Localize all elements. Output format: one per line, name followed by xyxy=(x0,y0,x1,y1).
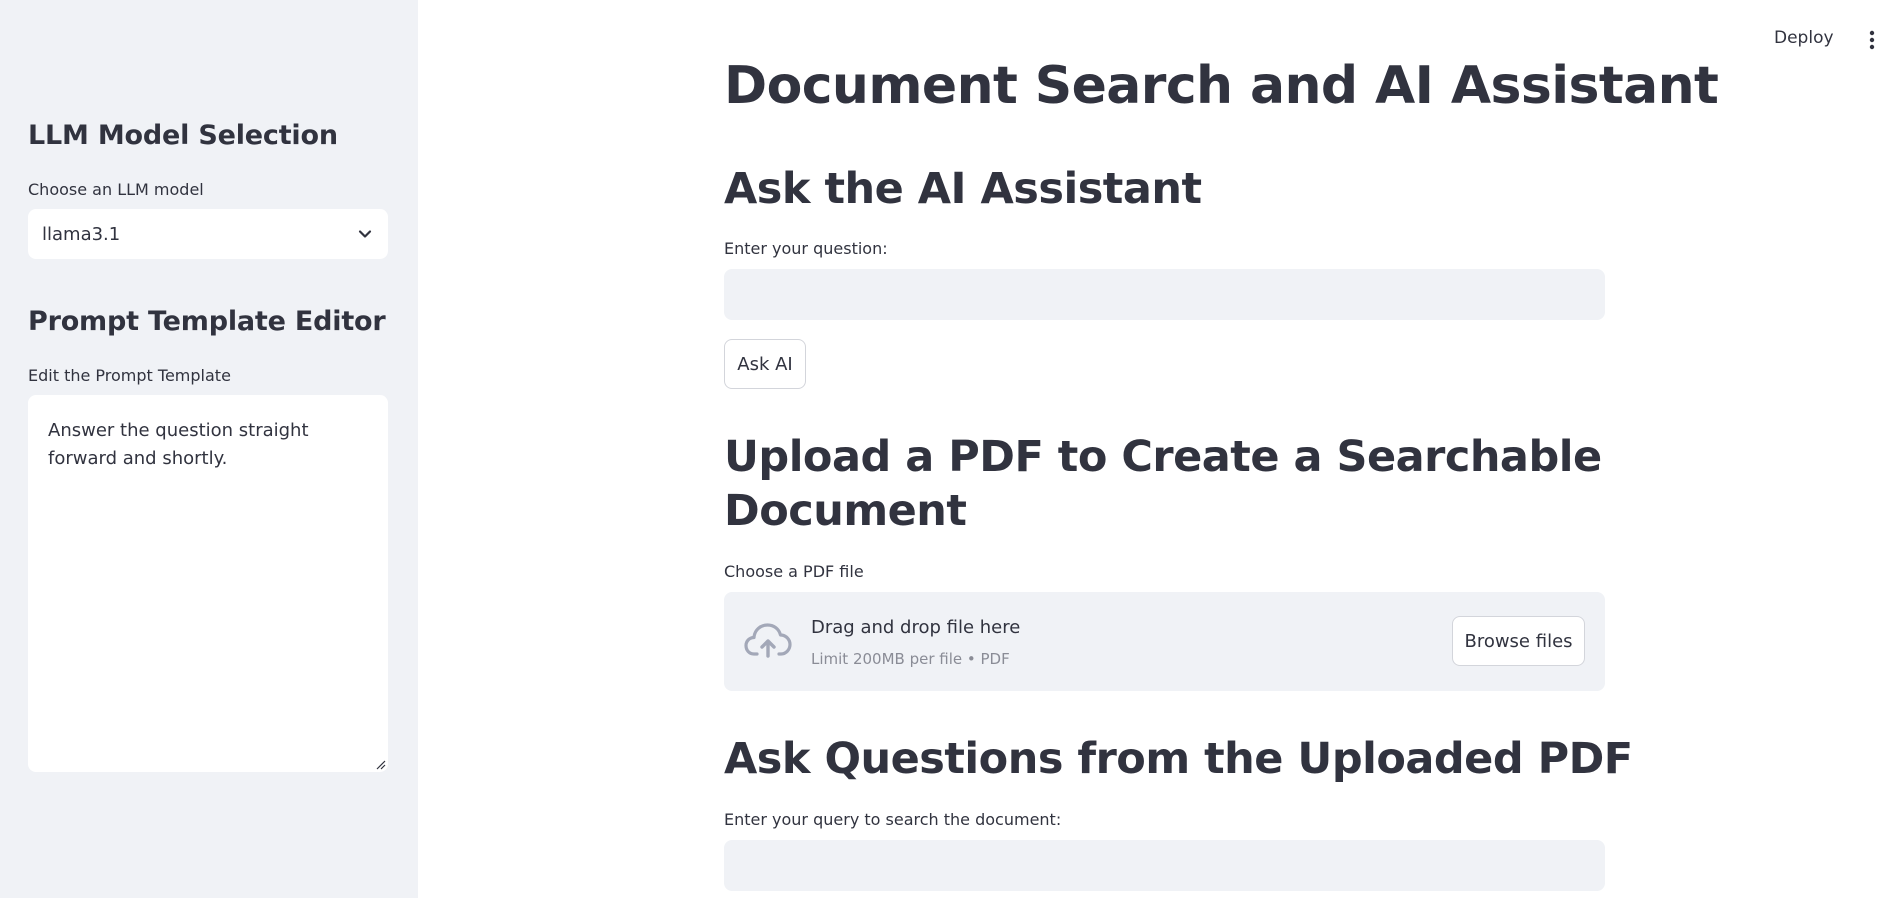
prompt-textarea-label: Edit the Prompt Template xyxy=(28,366,231,385)
kebab-menu-icon[interactable] xyxy=(1866,28,1878,52)
app-root: LLM Model Selection Choose an LLM model … xyxy=(0,0,1890,898)
model-select-label: Choose an LLM model xyxy=(28,180,204,199)
question-input-label: Enter your question: xyxy=(724,239,888,258)
model-selection-heading: LLM Model Selection xyxy=(28,120,338,151)
ask-ai-button[interactable]: Ask AI xyxy=(724,339,806,389)
query-input[interactable] xyxy=(724,840,1605,891)
model-select-value: llama3.1 xyxy=(42,223,121,245)
resize-handle-icon[interactable] xyxy=(374,758,386,770)
question-input[interactable] xyxy=(724,269,1605,320)
prompt-editor-heading: Prompt Template Editor xyxy=(28,306,386,337)
dropzone-title: Drag and drop file here xyxy=(811,617,1021,638)
query-input-label: Enter your query to search the document: xyxy=(724,810,1062,829)
upload-pdf-heading-line1: Upload a PDF to Create a Searchable xyxy=(724,432,1602,482)
model-select[interactable]: llama3.1 xyxy=(28,209,388,259)
pdf-uploader-label: Choose a PDF file xyxy=(724,562,864,581)
upload-pdf-heading-line2: Document xyxy=(724,486,967,536)
deploy-button[interactable]: Deploy xyxy=(1774,28,1834,48)
prompt-template-text: Answer the question straight forward and… xyxy=(48,420,309,469)
prompt-template-textarea[interactable]: Answer the question straight forward and… xyxy=(28,395,388,772)
chevron-down-icon xyxy=(358,230,372,238)
cloud-upload-icon xyxy=(744,623,792,658)
dropzone-limit-text: Limit 200MB per file • PDF xyxy=(811,650,1010,668)
sidebar: LLM Model Selection Choose an LLM model … xyxy=(0,0,418,898)
page-title: Document Search and AI Assistant xyxy=(724,56,1719,116)
browse-files-button[interactable]: Browse files xyxy=(1452,616,1585,666)
ask-ai-heading: Ask the AI Assistant xyxy=(724,164,1202,214)
ask-pdf-heading: Ask Questions from the Uploaded PDF xyxy=(724,734,1633,784)
upload-pdf-heading: Upload a PDF to Create a Searchable Docu… xyxy=(724,430,1602,538)
file-dropzone[interactable]: Drag and drop file here Limit 200MB per … xyxy=(724,592,1605,691)
